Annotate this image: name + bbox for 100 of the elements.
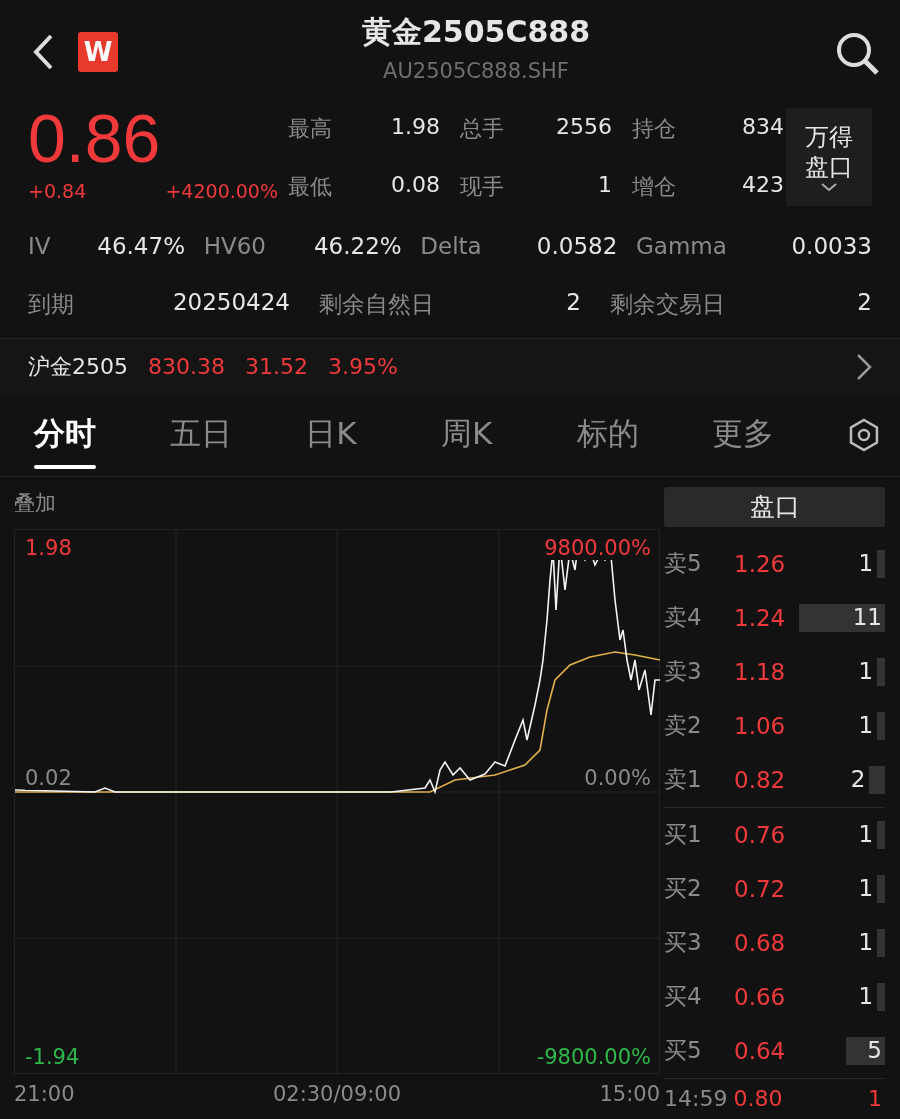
expiry-value: 20250424 (172, 289, 290, 318)
expiry-label: 剩余交易日 (610, 290, 725, 320)
chart-tab[interactable]: 日K (305, 400, 441, 469)
axis-label: -1.94 (25, 1045, 80, 1069)
order-level-label: 卖3 (664, 657, 703, 687)
option-code: AU2505C888.SHF (383, 59, 569, 83)
order-price: 0.76 (734, 822, 787, 848)
greek-value: 0.0582 (536, 233, 618, 260)
stat-label: 现手 (460, 172, 505, 201)
stat-value: 1 (597, 171, 612, 199)
underlying-change: 31.52 (245, 354, 308, 380)
order-level-label: 卖5 (664, 549, 703, 579)
stat-label: 最高 (288, 114, 333, 143)
option-title: 黄金2505C888 (361, 13, 591, 51)
order-price: 1.24 (734, 605, 787, 631)
order-price: 1.06 (734, 713, 787, 739)
stat-label: 总手 (460, 114, 505, 143)
order-level-label: 买2 (664, 874, 703, 904)
price-change-percent: +4200.00% (165, 179, 278, 202)
order-quantity: 1 (858, 983, 875, 1011)
trade-quantity: 1 (868, 1086, 883, 1112)
order-level-label: 买1 (664, 820, 703, 850)
greek-label: Delta (420, 233, 482, 260)
stat-value: 0.08 (390, 171, 440, 199)
order-price: 0.66 (734, 984, 787, 1010)
time-label: 02:30/09:00 (272, 1082, 402, 1106)
expiry-label: 到期 (28, 290, 74, 320)
volume-bar (877, 821, 885, 849)
volume-bar (869, 766, 885, 794)
volume-bar (877, 929, 885, 957)
order-price: 1.26 (734, 551, 787, 577)
order-quantity: 1 (858, 821, 875, 849)
trade-time: 14:59 (664, 1086, 728, 1112)
greek-value: 0.0033 (791, 233, 872, 260)
order-price: 0.82 (734, 767, 787, 793)
axis-label: -9800.00% (536, 1045, 651, 1069)
price-change: +0.84 (28, 179, 87, 202)
last-price: 0.86 (28, 98, 162, 178)
chart-tab[interactable]: 分时 (34, 400, 170, 469)
greek-value: 46.22% (313, 233, 402, 260)
greek-label: IV (28, 233, 51, 260)
time-label: 21:00 (14, 1082, 75, 1106)
underlying-price: 830.38 (148, 354, 225, 380)
order-price: 0.64 (734, 1038, 787, 1064)
volume-bar (877, 658, 885, 686)
stat-value: 1.98 (390, 113, 440, 141)
order-book-button[interactable]: 盘口 (664, 487, 885, 527)
volume-bar (877, 712, 885, 740)
order-quantity: 11 (852, 604, 883, 632)
order-quantity: 1 (858, 875, 875, 903)
depth-button[interactable]: 万得 盘口 (786, 107, 872, 206)
chart-tab[interactable]: 周K (441, 400, 577, 469)
chevron-down-icon (820, 181, 838, 192)
chart-tab[interactable]: 五日 (169, 400, 306, 469)
order-price: 0.72 (734, 876, 787, 902)
volume-bar (877, 550, 885, 578)
search-icon[interactable] (834, 30, 880, 76)
order-level-label: 卖1 (664, 765, 703, 795)
axis-label: 0.00% (584, 766, 651, 790)
axis-label: 1.98 (25, 536, 72, 560)
underlying-change-percent: 3.95% (327, 354, 398, 380)
back-icon[interactable] (32, 33, 54, 71)
overlay-label[interactable]: 叠加 (14, 489, 56, 517)
volume-bar (877, 983, 885, 1011)
stat-value: 834 (741, 113, 784, 141)
expiry-label: 剩余自然日 (319, 290, 434, 320)
expiry-value: 2 (857, 289, 872, 318)
time-label: 15:00 (599, 1082, 660, 1106)
chart-tab[interactable]: 更多 (712, 400, 849, 469)
order-quantity: 5 (867, 1037, 883, 1065)
axis-label: 9800.00% (544, 536, 651, 560)
app-logo: W (78, 32, 118, 72)
volume-bar (877, 875, 885, 903)
order-quantity: 1 (858, 550, 875, 578)
greek-label: HV60 (203, 233, 266, 260)
order-level-label: 买4 (664, 982, 703, 1012)
greek-label: Gamma (635, 233, 727, 260)
expiry-value: 2 (566, 289, 581, 318)
stat-label: 增仓 (632, 172, 677, 201)
volume-bar (845, 1037, 885, 1065)
order-level-label: 卖2 (664, 711, 703, 741)
order-level-label: 买3 (664, 928, 703, 958)
order-quantity: 1 (858, 658, 875, 686)
stat-value: 2556 (555, 113, 612, 141)
order-level-label: 买5 (664, 1036, 703, 1066)
underlying-name: 沪金2505 (28, 352, 128, 381)
settings-icon[interactable] (848, 417, 880, 452)
order-quantity: 2 (850, 766, 867, 794)
order-price: 1.18 (734, 659, 787, 685)
chart-tab[interactable]: 标的 (576, 400, 713, 469)
trade-price: 0.80 (733, 1086, 783, 1112)
order-quantity: 1 (858, 712, 875, 740)
order-price: 0.68 (734, 930, 787, 956)
order-level-label: 卖4 (664, 603, 703, 633)
stat-value: 423 (741, 171, 784, 199)
greek-value: 46.47% (97, 233, 185, 260)
order-quantity: 1 (858, 929, 875, 957)
stat-label: 持仓 (632, 114, 677, 143)
axis-label: 0.02 (25, 766, 72, 790)
stat-label: 最低 (288, 172, 333, 201)
